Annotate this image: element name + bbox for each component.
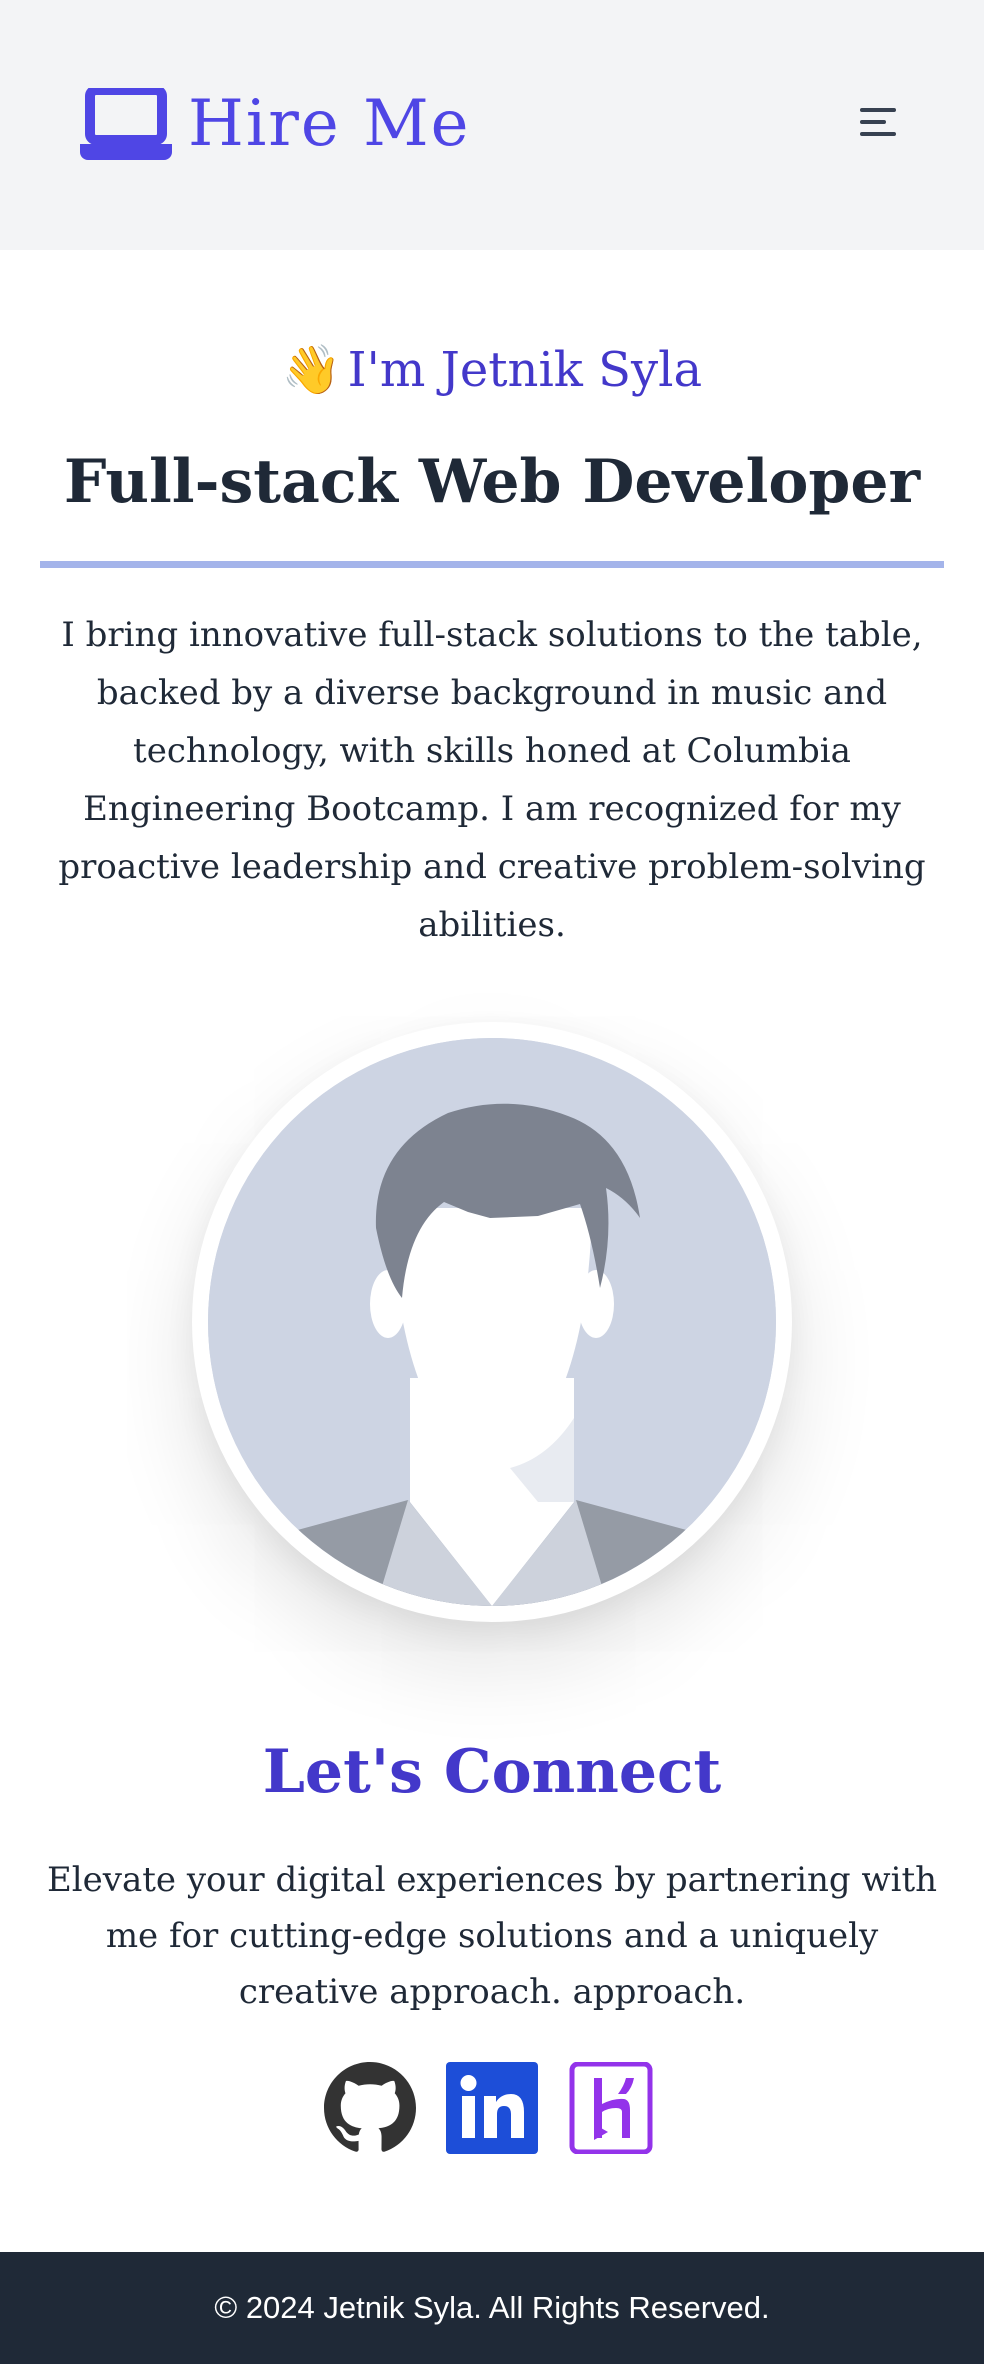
github-link[interactable]: [324, 2062, 416, 2154]
copyright-text: © 2024 Jetnik Syla. All Rights Reserved.: [214, 2290, 770, 2325]
social-links: [0, 2062, 984, 2154]
connect-heading: Let's Connect: [262, 1737, 722, 1807]
brand-link[interactable]: Hire Me: [80, 88, 471, 160]
site-footer: © 2024 Jetnik Syla. All Rights Reserved.: [0, 2252, 984, 2364]
connect-text: Elevate your digital experiences by part…: [46, 1860, 938, 2012]
site-header: Hire Me: [0, 0, 984, 250]
wave-icon: 👋: [281, 342, 342, 398]
bio-text: I bring innovative full-stack solutions …: [58, 615, 926, 945]
github-icon: [324, 2062, 416, 2152]
avatar: [208, 1038, 776, 1606]
greeting-line: 👋 I'm Jetnik Syla: [0, 340, 984, 400]
menu-icon[interactable]: [856, 102, 904, 142]
brand-title: Hire Me: [188, 87, 471, 161]
greeting-text: I'm Jetnik Syla: [347, 342, 703, 398]
linkedin-icon: [446, 2062, 538, 2154]
laptop-icon: [80, 88, 172, 160]
heroku-link[interactable]: [568, 2062, 660, 2154]
heroku-icon: [569, 2062, 653, 2154]
linkedin-link[interactable]: [446, 2062, 538, 2154]
profile-photo-frame: [192, 1022, 792, 1622]
title-divider: [40, 561, 944, 568]
default-avatar-icon: [208, 1038, 776, 1606]
page-title: Full-stack Web Developer: [63, 447, 921, 517]
